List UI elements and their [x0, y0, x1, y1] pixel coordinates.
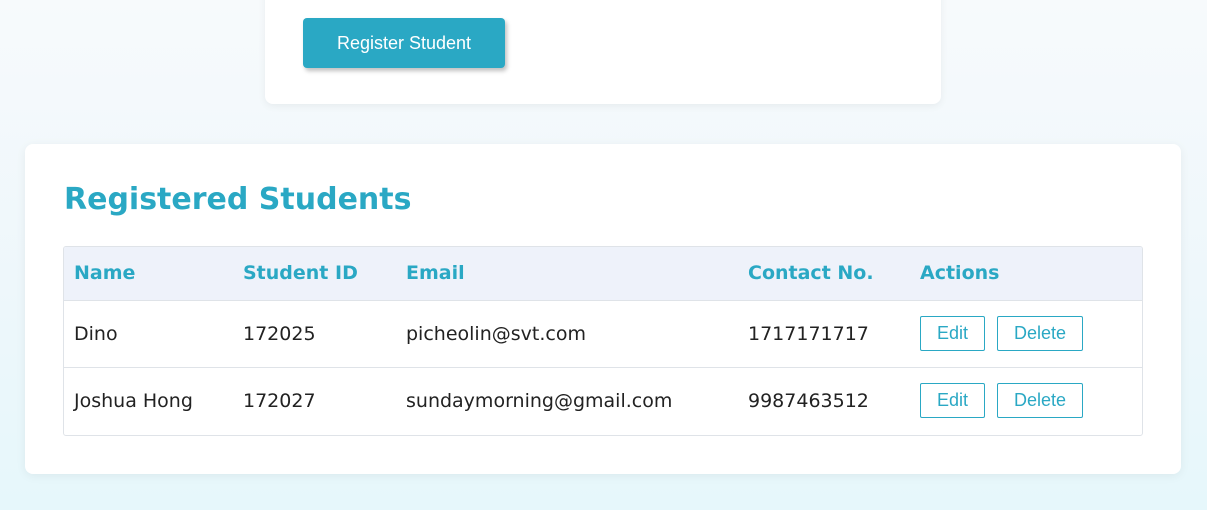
cell-email: picheolin@svt.com	[406, 322, 586, 345]
cell-student-id: 172027	[233, 366, 396, 434]
cell-contact: 1717171717	[748, 322, 869, 345]
students-table: Name Student ID Email Contact No. Action…	[64, 247, 1142, 434]
column-header-student-id: Student ID	[233, 247, 396, 301]
table-header-row: Name Student ID Email Contact No. Action…	[64, 247, 1142, 301]
delete-button[interactable]: Delete	[997, 316, 1084, 351]
register-student-button[interactable]: Register Student	[303, 18, 505, 68]
table-row: Joshua Hong 172027 sundaymorning@gmail.c…	[64, 366, 1142, 434]
column-header-actions: Actions	[910, 247, 1142, 301]
cell-email: sundaymorning@gmail.com	[396, 366, 738, 434]
cell-name: Dino	[74, 322, 118, 345]
cell-contact: 9987463512	[738, 366, 910, 434]
cell-actions: Edit Delete	[910, 300, 1142, 367]
section-title: Registered Students	[64, 182, 412, 217]
cell-actions: Edit Delete	[910, 366, 1142, 434]
students-table-wrapper: Name Student ID Email Contact No. Action…	[63, 246, 1143, 436]
edit-button[interactable]: Edit	[920, 316, 986, 351]
registered-students-card: Registered Students Name Student ID Emai…	[25, 144, 1181, 474]
cell-name: Joshua Hong	[64, 366, 233, 434]
table-row: Dino 172025 picheolin@svt.com 1717171717…	[64, 300, 1142, 367]
column-header-name: Name	[64, 247, 233, 301]
cell-student-id: 172025	[243, 322, 316, 345]
delete-button[interactable]: Delete	[997, 383, 1084, 419]
column-header-email: Email	[396, 247, 738, 301]
edit-button[interactable]: Edit	[920, 383, 986, 419]
column-header-contact: Contact No.	[738, 247, 910, 301]
table-header: Name Student ID Email Contact No. Action…	[64, 247, 1142, 301]
registration-form-card: Register Student	[265, 0, 941, 104]
